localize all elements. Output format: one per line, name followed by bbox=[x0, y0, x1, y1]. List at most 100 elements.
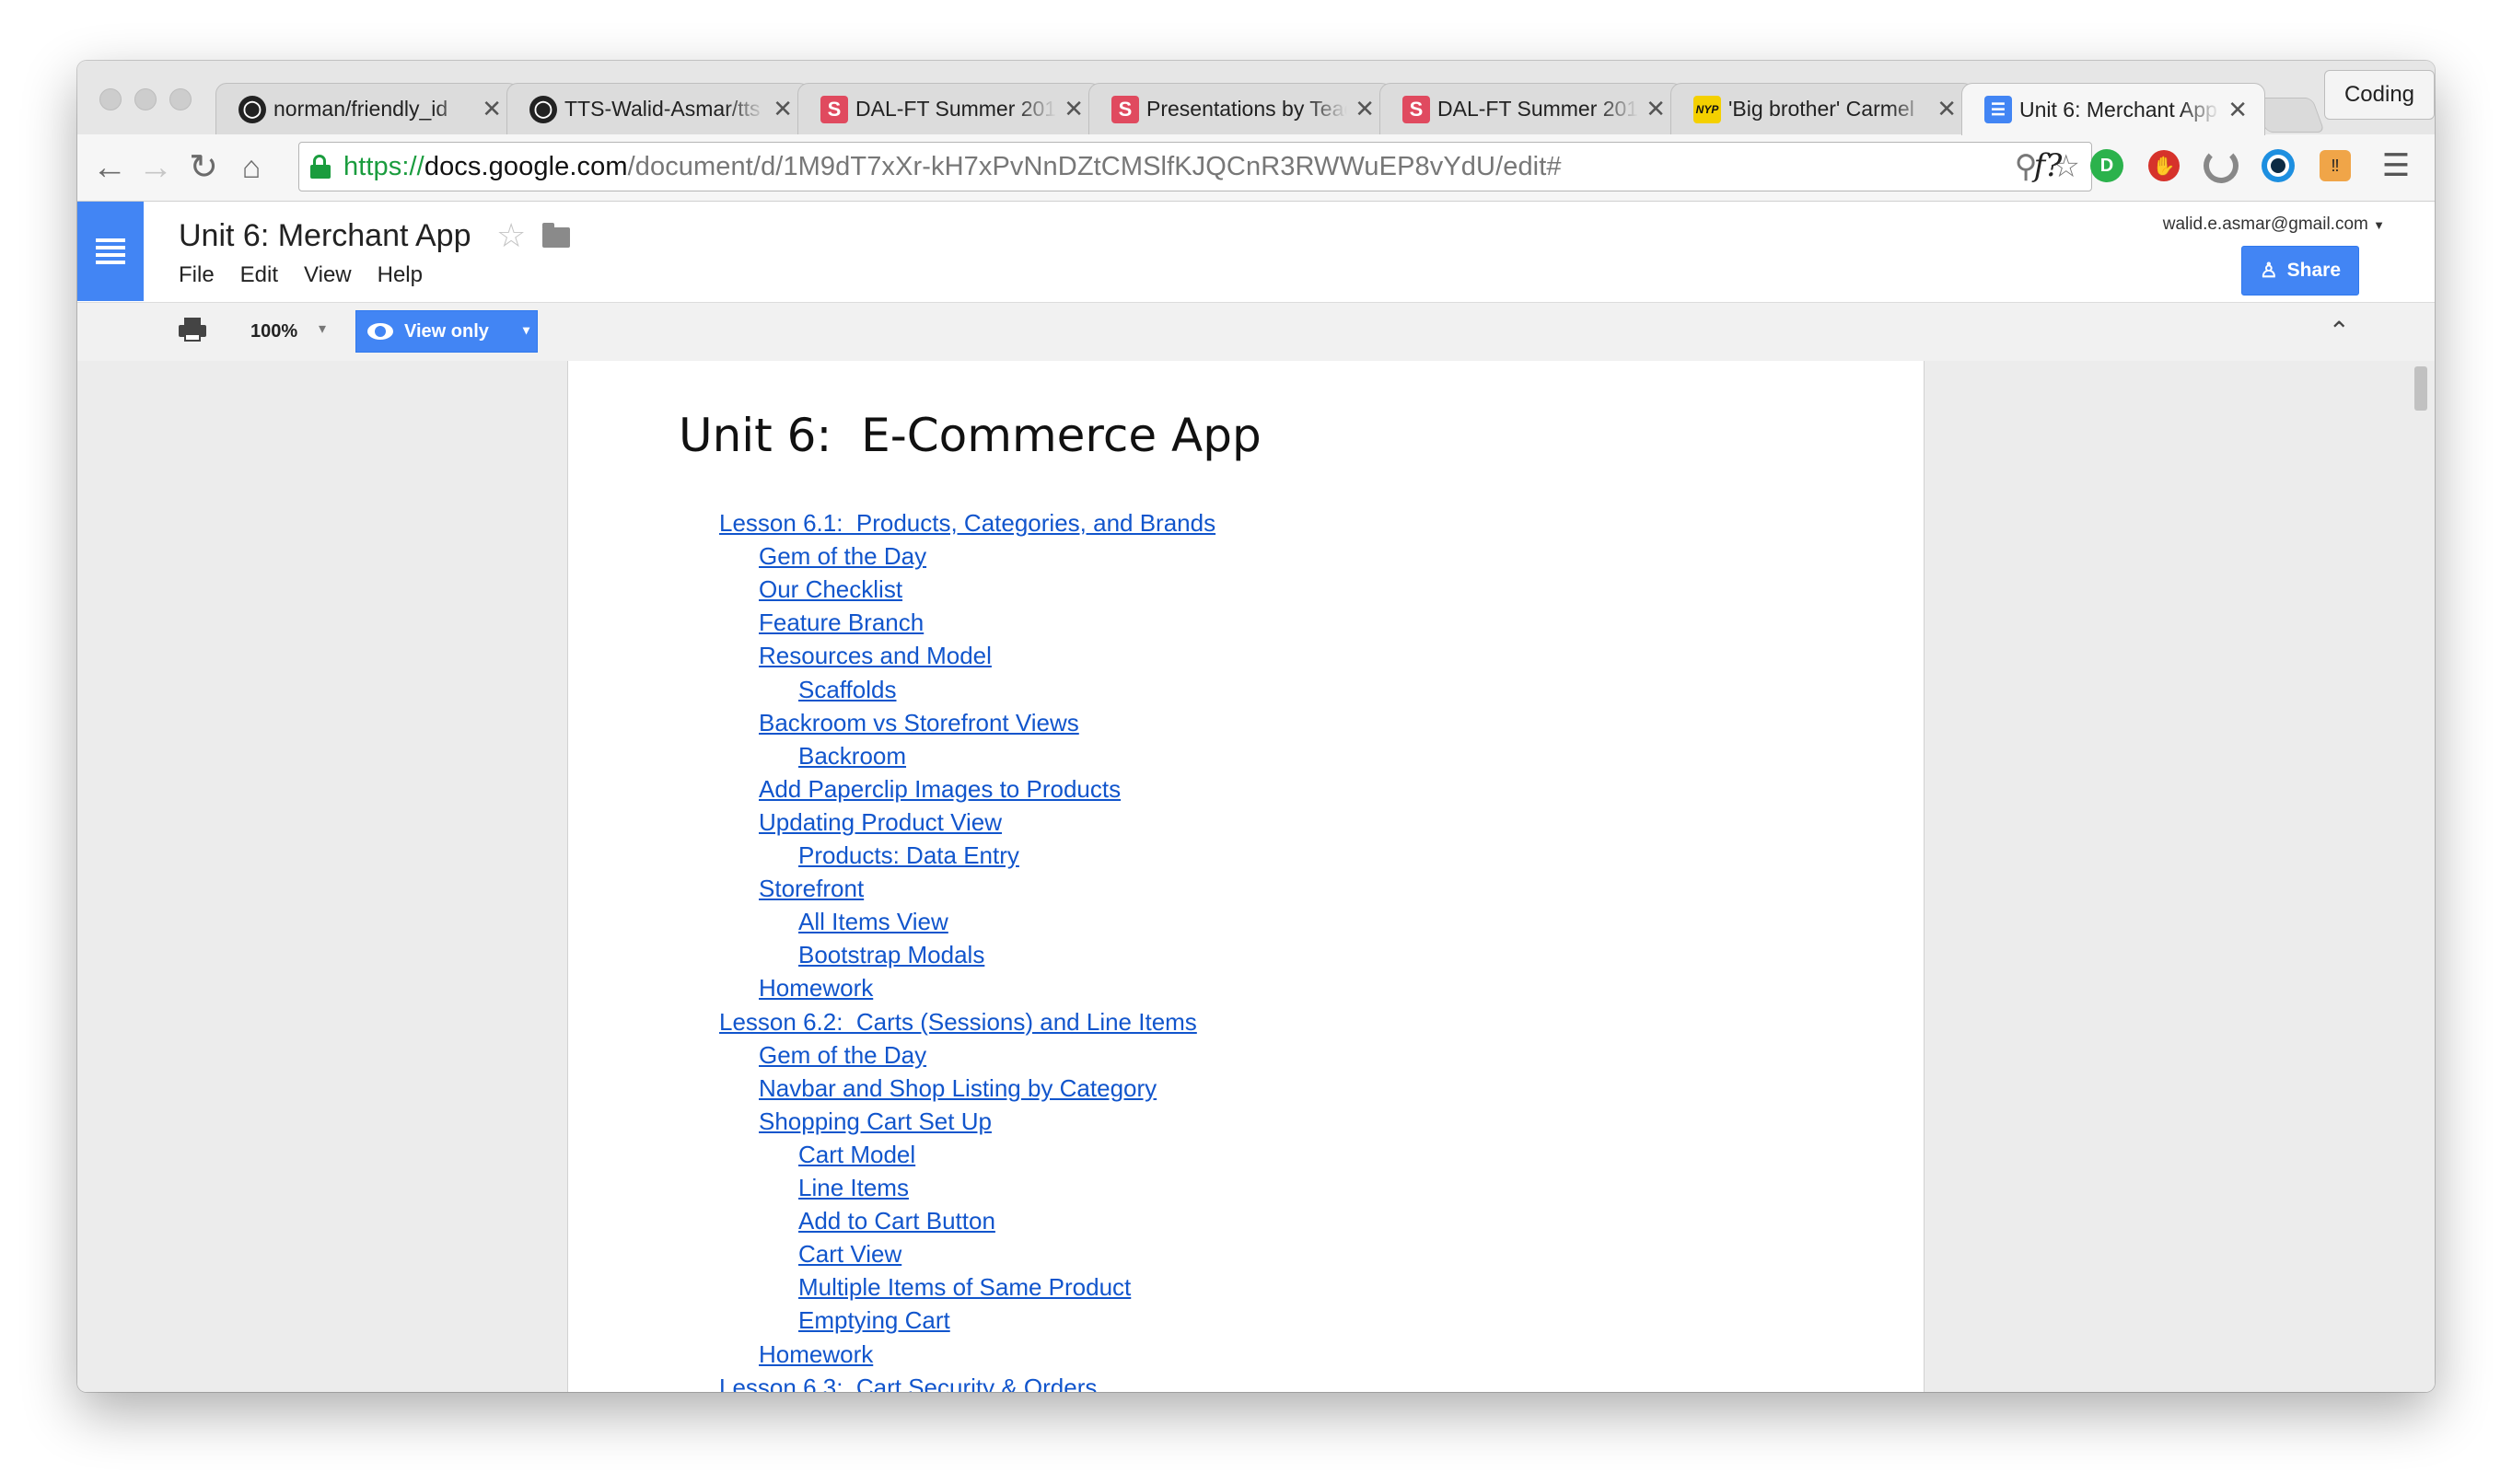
close-window-button[interactable] bbox=[99, 88, 122, 110]
tab-2[interactable]: ◯ TTS-Walid-Asmar/tts ✕ bbox=[506, 83, 810, 134]
toc-link[interactable]: Navbar and Shop Listing by Category bbox=[759, 1073, 1157, 1103]
ext-ring-icon[interactable] bbox=[2201, 145, 2241, 186]
close-icon[interactable]: ✕ bbox=[773, 95, 793, 123]
formula-extension-icon[interactable]: f? bbox=[2028, 145, 2068, 186]
s-icon: S bbox=[1111, 95, 1139, 123]
profile-button[interactable]: Coding bbox=[2324, 70, 2435, 120]
tab-title: TTS-Walid-Asmar/tts bbox=[564, 97, 761, 121]
toc-link[interactable]: Cart Model bbox=[798, 1140, 915, 1169]
back-icon[interactable]: ← bbox=[87, 144, 133, 191]
menu-help[interactable]: Help bbox=[378, 262, 423, 288]
s-icon: S bbox=[1402, 95, 1430, 123]
tab-5[interactable]: S DAL-FT Summer 2016 ✕ bbox=[1379, 83, 1683, 134]
star-icon[interactable]: ☆ bbox=[496, 216, 526, 255]
toc-link[interactable]: Add to Cart Button bbox=[798, 1206, 995, 1235]
docs-toolbar: 100% ▾ View only ▾ ⌃ bbox=[77, 302, 2435, 363]
tab-strip: ◯ norman/friendly_id ✕ ◯ TTS-Walid-Asmar/tts… bbox=[77, 61, 2435, 135]
home-icon[interactable]: ⌂ bbox=[228, 144, 274, 191]
toc-link[interactable]: Lesson 6.2: Carts (Sessions) and Line It… bbox=[719, 1007, 1197, 1037]
ext-eye-icon[interactable] bbox=[2258, 145, 2298, 186]
toc-link[interactable]: All Items View bbox=[798, 907, 948, 936]
close-icon[interactable]: ✕ bbox=[1064, 95, 1084, 123]
view-only-button[interactable]: View only ▾ bbox=[355, 310, 538, 353]
eye-icon bbox=[367, 323, 393, 340]
toc-link[interactable]: Lesson 6.1: Products, Categories, and Br… bbox=[719, 508, 1215, 538]
tab-6[interactable]: NYP 'Big brother' Carmel ✕ bbox=[1670, 83, 1974, 134]
docs-logo-icon[interactable] bbox=[77, 202, 144, 301]
account-email[interactable]: walid.e.asmar@gmail.com ▼ bbox=[2163, 214, 2385, 235]
tab-title: norman/friendly_id bbox=[273, 97, 448, 121]
lock-icon bbox=[310, 155, 331, 179]
reload-icon[interactable]: ↻ bbox=[180, 144, 227, 191]
menu-bar: File Edit View Help bbox=[179, 262, 423, 288]
s-icon: S bbox=[820, 95, 848, 123]
toc-link[interactable]: Homework bbox=[759, 1339, 873, 1369]
toc-link[interactable]: Shopping Cart Set Up bbox=[759, 1107, 992, 1136]
toc-link[interactable]: Multiple Items of Same Product bbox=[798, 1272, 1131, 1302]
menu-file[interactable]: File bbox=[179, 262, 215, 288]
document-page: Unit 6: E-Commerce App Lesson 6.1: Produ… bbox=[567, 361, 1925, 1392]
minimize-window-button[interactable] bbox=[134, 88, 157, 110]
github-icon: ◯ bbox=[238, 95, 266, 123]
toc-link[interactable]: Storefront bbox=[759, 874, 864, 903]
toc-link[interactable]: Cart View bbox=[798, 1239, 901, 1269]
menu-icon[interactable]: ☰ bbox=[2376, 145, 2416, 186]
zoom-select[interactable]: 100% bbox=[250, 321, 297, 342]
toc-link[interactable]: Updating Product View bbox=[759, 807, 1002, 837]
tab-4[interactable]: S Presentations by Teach ✕ bbox=[1088, 83, 1392, 134]
share-button[interactable]: ♙ Share bbox=[2241, 246, 2359, 296]
tab-3[interactable]: S DAL-FT Summer 2016 ✕ bbox=[797, 83, 1101, 134]
menu-view[interactable]: View bbox=[304, 262, 352, 288]
close-icon[interactable]: ✕ bbox=[1646, 95, 1666, 123]
document-heading: Unit 6: E-Commerce App bbox=[679, 409, 1262, 462]
github-icon: ◯ bbox=[529, 95, 557, 123]
nyp-icon: NYP bbox=[1693, 95, 1721, 123]
docs-icon: ☰ bbox=[1984, 96, 2012, 123]
ext-green-icon[interactable]: D bbox=[2087, 145, 2127, 186]
toc-link[interactable]: Emptying Cart bbox=[798, 1305, 950, 1335]
doc-title[interactable]: Unit 6: Merchant App bbox=[179, 218, 471, 254]
tab-title: Presentations by Teach bbox=[1146, 97, 1348, 121]
menu-edit[interactable]: Edit bbox=[240, 262, 278, 288]
tab-title: Unit 6: Merchant App bbox=[2019, 97, 2217, 122]
forward-icon[interactable]: → bbox=[133, 144, 179, 191]
zoom-caret-icon[interactable]: ▾ bbox=[319, 319, 326, 338]
browser-toolbar: ← → ↻ ⌂ https://docs.google.com/document… bbox=[77, 134, 2435, 202]
toc-link[interactable]: Homework bbox=[759, 973, 873, 1003]
tab-7[interactable]: ☰ Unit 6: Merchant App ✕ bbox=[1961, 83, 2265, 135]
toc-link[interactable]: Gem of the Day bbox=[759, 541, 926, 571]
toc-link[interactable]: Products: Data Entry bbox=[798, 841, 1019, 870]
folder-icon[interactable] bbox=[542, 223, 570, 248]
close-icon[interactable]: ✕ bbox=[482, 95, 502, 123]
adblock-icon[interactable]: ✋ bbox=[2144, 145, 2184, 186]
collapse-header-icon[interactable]: ⌃ bbox=[2329, 316, 2350, 346]
toc-link[interactable]: Feature Branch bbox=[759, 608, 924, 637]
browser-window: ◯ norman/friendly_id ✕ ◯ TTS-Walid-Asmar/tts… bbox=[77, 61, 2435, 1392]
close-icon[interactable]: ✕ bbox=[1355, 95, 1375, 123]
person-icon: ♙ bbox=[2259, 259, 2278, 282]
document-canvas: Unit 6: E-Commerce App Lesson 6.1: Produ… bbox=[77, 361, 2435, 1392]
print-icon[interactable] bbox=[179, 318, 206, 342]
toc-link[interactable]: Bootstrap Modals bbox=[798, 940, 984, 969]
toc-link[interactable]: Lesson 6.3: Cart Security & Orders bbox=[719, 1373, 1097, 1392]
ext-face-icon[interactable]: ‼ bbox=[2315, 145, 2355, 186]
toc-link[interactable]: Resources and Model bbox=[759, 641, 992, 670]
zoom-window-button[interactable] bbox=[169, 88, 192, 110]
tab-title: DAL-FT Summer 2016 bbox=[1437, 97, 1639, 121]
address-bar[interactable]: https://docs.google.com/document/d/1M9dT… bbox=[298, 142, 2092, 191]
toc-link[interactable]: Add Paperclip Images to Products bbox=[759, 774, 1121, 804]
scrollbar-thumb[interactable] bbox=[2414, 366, 2427, 411]
toc-link[interactable]: Scaffolds bbox=[798, 675, 896, 704]
toc-link[interactable]: Our Checklist bbox=[759, 574, 902, 604]
toc-link[interactable]: Backroom bbox=[798, 741, 906, 771]
tab-title: DAL-FT Summer 2016 bbox=[855, 97, 1057, 121]
close-icon[interactable]: ✕ bbox=[2227, 96, 2248, 124]
toc-link[interactable]: Backroom vs Storefront Views bbox=[759, 708, 1079, 737]
chevron-down-icon: ▼ bbox=[2373, 218, 2385, 232]
toc-link[interactable]: Line Items bbox=[798, 1173, 909, 1202]
docs-header: Unit 6: Merchant App ☆ File Edit View He… bbox=[77, 202, 2435, 301]
toc-link[interactable]: Gem of the Day bbox=[759, 1040, 926, 1070]
tab-1[interactable]: ◯ norman/friendly_id ✕ bbox=[215, 83, 519, 134]
url-text: https://docs.google.com/document/d/1M9dT… bbox=[343, 151, 1562, 181]
close-icon[interactable]: ✕ bbox=[1936, 95, 1957, 123]
